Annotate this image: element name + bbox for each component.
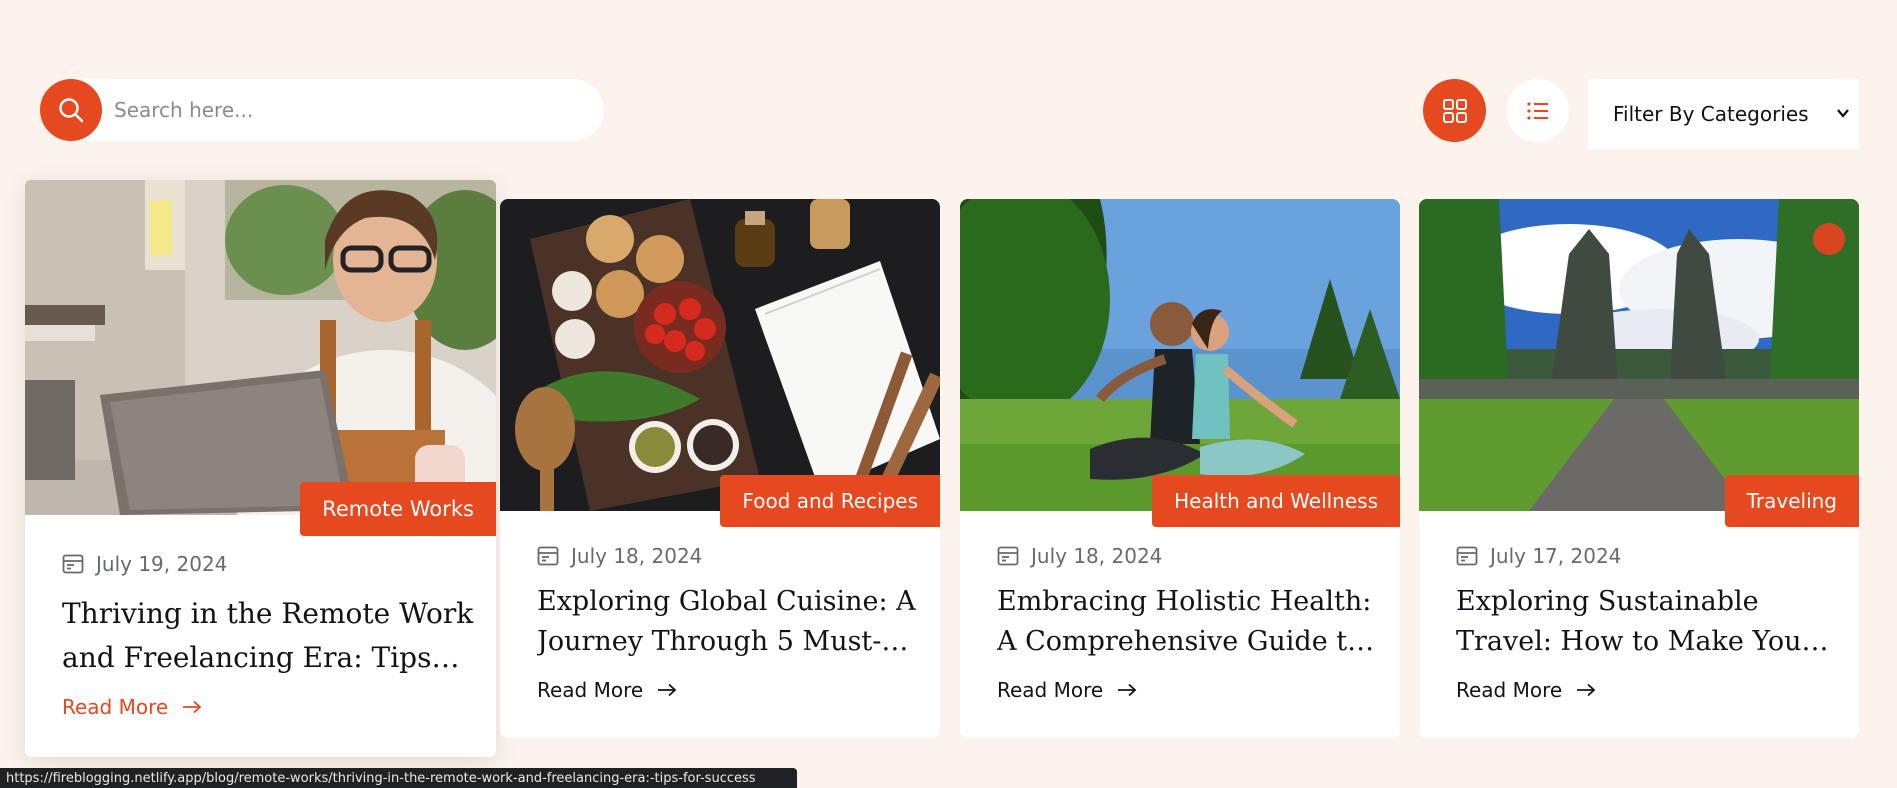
read-more-link[interactable]: Read More bbox=[62, 695, 202, 719]
category-badge[interactable]: Traveling bbox=[1724, 475, 1859, 527]
post-title[interactable]: Exploring Global Cuisine: A Journey Thro… bbox=[537, 582, 918, 662]
list-view-button[interactable] bbox=[1506, 79, 1569, 142]
post-date: July 18, 2024 bbox=[997, 544, 1162, 568]
post-date: July 17, 2024 bbox=[1456, 544, 1621, 568]
post-date: July 18, 2024 bbox=[537, 544, 702, 568]
post-title[interactable]: Thriving in the Remote Work and Freelanc… bbox=[62, 592, 474, 680]
read-more-label: Read More bbox=[1456, 678, 1563, 702]
chevron-down-icon bbox=[1837, 109, 1849, 118]
read-more-link[interactable]: Read More bbox=[537, 678, 677, 702]
wellness-photo bbox=[960, 199, 1400, 511]
calendar-icon bbox=[537, 546, 559, 566]
search-icon bbox=[59, 98, 84, 123]
arrow-right-icon bbox=[1577, 683, 1596, 697]
blog-page: Filter By Categories bbox=[0, 0, 1897, 788]
arrow-right-icon bbox=[658, 683, 677, 697]
remote-work-photo bbox=[25, 180, 496, 515]
category-badge[interactable]: Food and Recipes bbox=[720, 475, 940, 527]
calendar-icon bbox=[1456, 546, 1478, 566]
category-filter-label: Filter By Categories bbox=[1613, 102, 1809, 126]
post-date-text: July 19, 2024 bbox=[96, 552, 228, 576]
card-image-wellness[interactable] bbox=[960, 199, 1400, 511]
arrow-right-icon bbox=[1118, 683, 1137, 697]
card-image-remote-work[interactable] bbox=[25, 180, 496, 515]
post-title[interactable]: Exploring Sustainable Travel: How to Mak… bbox=[1456, 582, 1837, 662]
post-date-text: July 17, 2024 bbox=[1490, 544, 1622, 568]
travel-photo bbox=[1419, 199, 1859, 511]
blog-card[interactable]: Health and Wellness July 18, 2024 Embrac… bbox=[960, 199, 1400, 738]
post-date-text: July 18, 2024 bbox=[1031, 544, 1163, 568]
category-filter-select[interactable]: Filter By Categories bbox=[1588, 79, 1859, 149]
card-image-food[interactable] bbox=[500, 199, 940, 511]
list-icon bbox=[1526, 101, 1548, 120]
read-more-label: Read More bbox=[997, 678, 1104, 702]
post-date-text: July 18, 2024 bbox=[571, 544, 703, 568]
post-title[interactable]: Embracing Holistic Health: A Comprehensi… bbox=[997, 582, 1378, 662]
category-badge[interactable]: Remote Works bbox=[300, 482, 496, 536]
read-more-label: Read More bbox=[62, 695, 169, 719]
card-image-travel[interactable] bbox=[1419, 199, 1859, 511]
arrow-right-icon bbox=[183, 700, 202, 714]
calendar-icon bbox=[997, 546, 1019, 566]
grid-view-button[interactable] bbox=[1423, 79, 1486, 142]
read-more-label: Read More bbox=[537, 678, 644, 702]
food-photo bbox=[500, 199, 940, 511]
status-bar-url: https://fireblogging.netlify.app/blog/re… bbox=[0, 768, 797, 788]
read-more-link[interactable]: Read More bbox=[1456, 678, 1596, 702]
blog-card[interactable]: Traveling July 17, 2024 Exploring Sustai… bbox=[1419, 199, 1859, 738]
blog-card[interactable]: Food and Recipes July 18, 2024 Exploring… bbox=[500, 199, 940, 738]
grid-icon bbox=[1442, 98, 1467, 123]
search-bar bbox=[40, 79, 604, 141]
post-date: July 19, 2024 bbox=[62, 552, 227, 576]
blog-card[interactable]: Remote Works July 19, 2024 Thriving in t… bbox=[25, 180, 496, 757]
category-badge[interactable]: Health and Wellness bbox=[1152, 475, 1400, 527]
search-input[interactable] bbox=[114, 79, 584, 141]
read-more-link[interactable]: Read More bbox=[997, 678, 1137, 702]
search-button[interactable] bbox=[40, 79, 102, 141]
calendar-icon bbox=[62, 554, 84, 574]
